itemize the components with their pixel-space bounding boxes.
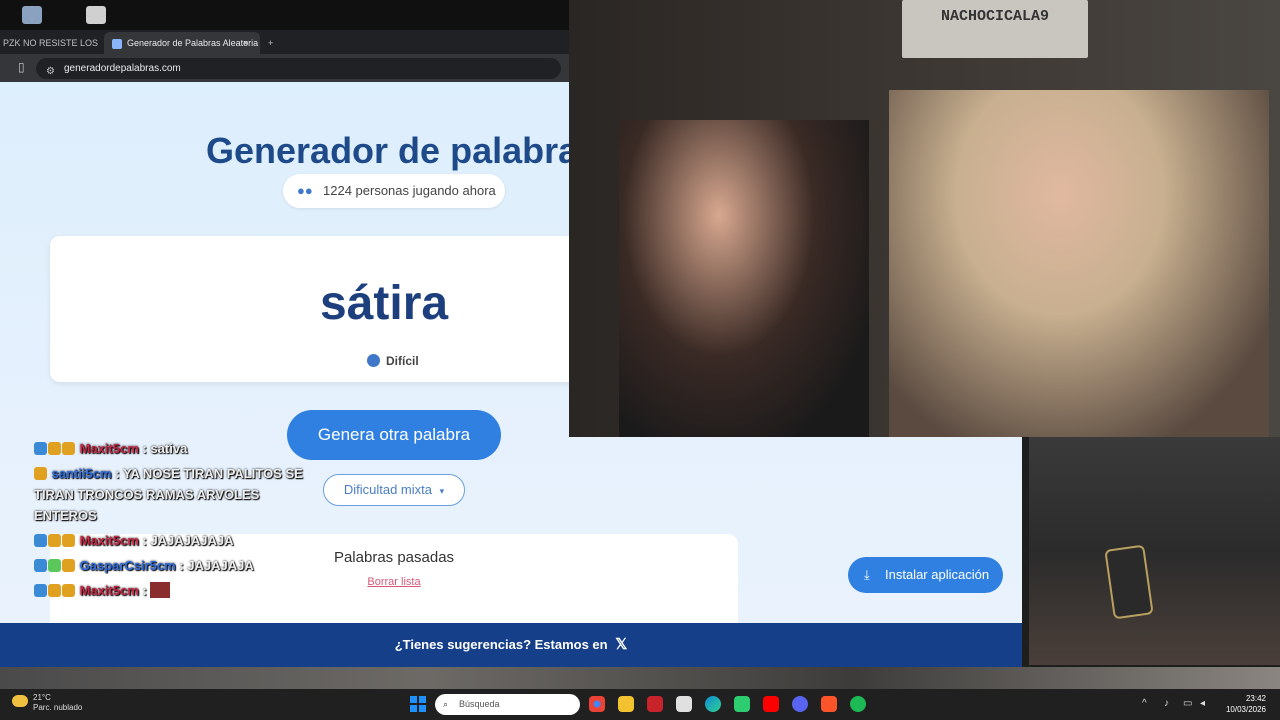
difficulty-select[interactable]: Dificultad mixta ▾	[323, 474, 465, 506]
download-icon: ⤓	[864, 567, 870, 582]
generated-word: sátira	[320, 277, 449, 330]
emote-icon	[150, 582, 171, 598]
page-title: Generador de palabras	[206, 130, 599, 171]
badge-icon	[48, 559, 61, 572]
tab-strip: PZK NO RESISTE LOS Cl Generador de Palab…	[0, 30, 570, 54]
network-icon[interactable]: ▭	[1183, 698, 1192, 709]
chat-username[interactable]: santii5cm	[52, 466, 112, 481]
youtube-icon[interactable]	[763, 696, 779, 712]
phone-icon	[1104, 544, 1154, 620]
chat-username[interactable]: Maxit5cm	[80, 583, 139, 598]
brave-icon[interactable]	[821, 696, 837, 712]
windows-start-icon[interactable]	[410, 696, 426, 712]
footer-text: ¿Tienes sugerencias? Estamos en	[394, 637, 608, 652]
new-tab-icon[interactable]: +	[268, 32, 280, 54]
tab-stream[interactable]: PZK NO RESISTE LOS Cl	[0, 32, 98, 54]
search-icon: ⌕	[443, 699, 449, 709]
chat-message: Maxit5cm :	[34, 580, 324, 601]
desktop-strip	[0, 0, 570, 30]
taskbar-search[interactable]: ⌕ Búsqueda	[435, 694, 580, 715]
mail-icon[interactable]	[676, 696, 692, 712]
tab-generador[interactable]: Generador de Palabras Aleatoria	[104, 32, 260, 54]
site-favicon-icon	[112, 38, 122, 49]
close-tab-icon[interactable]: ×	[243, 32, 255, 54]
install-label: Instalar aplicación	[885, 567, 990, 582]
chat-username[interactable]: GasparCsir5cm	[80, 558, 176, 573]
wall-sign: NACHOCICALA9	[902, 0, 1088, 58]
weather-widget[interactable]: 21°C Parc. nublado	[12, 693, 82, 713]
webcam-main: NACHOCICALA9	[569, 0, 1280, 437]
clock-time: 23:42	[1245, 694, 1266, 703]
tab-label: Generador de Palabras Aleatoria	[127, 38, 259, 48]
webcam-secondary	[1029, 437, 1280, 665]
difficulty-label: Difícil	[367, 354, 419, 368]
chevron-down-icon: ▾	[439, 486, 445, 496]
chat-message: santii5cm : YA NOSE TIRAN PALITOS SE TIR…	[34, 463, 324, 526]
url-text: generadordepalabras.com	[64, 63, 181, 74]
badge-icon	[48, 534, 61, 547]
app-icon[interactable]	[647, 696, 663, 712]
search-placeholder: Búsqueda	[459, 699, 500, 709]
chat-message: GasparCsir5cm : JAJAJAJA	[34, 555, 324, 576]
difficulty-select-label: Dificultad mixta	[343, 482, 432, 497]
chat-username[interactable]: Maxit5cm	[80, 533, 139, 548]
spotify-icon[interactable]	[850, 696, 866, 712]
bookmark-icon[interactable]: ▯	[18, 60, 25, 74]
chat-overlay: Maxit5cm : sativa santii5cm : YA NOSE TI…	[34, 438, 324, 605]
brain-icon	[367, 354, 380, 367]
chrome-icon[interactable]	[589, 696, 605, 712]
tab-label: PZK NO RESISTE LOS Cl	[3, 38, 98, 48]
address-bar[interactable]: ⚙ generadordepalabras.com	[36, 58, 561, 79]
chat-text: : JAJAJAJA	[179, 558, 254, 573]
microphone-icon[interactable]: ♪	[1164, 698, 1169, 709]
users-icon: ●●	[297, 183, 313, 198]
chat-text: : JAJAJAJAJA	[142, 533, 234, 548]
badge-icon	[62, 442, 75, 455]
badge-icon	[34, 467, 47, 480]
whatsapp-icon[interactable]	[734, 696, 750, 712]
chat-message: Maxit5cm : JAJAJAJAJA	[34, 530, 324, 551]
background-strip	[0, 667, 1280, 689]
players-text: 1224 personas jugando ahora	[323, 183, 496, 198]
players-online-badge: ●● 1224 personas jugando ahora	[283, 174, 505, 208]
badge-icon	[62, 584, 75, 597]
discord-icon[interactable]	[792, 696, 808, 712]
chat-text: :	[142, 583, 147, 598]
roblox-icon[interactable]	[86, 6, 106, 24]
badge-icon	[34, 442, 47, 455]
badge-icon	[34, 584, 47, 597]
person-silhouette	[619, 120, 869, 437]
clock[interactable]: 23:42 10/03/2026	[1226, 693, 1266, 715]
badge-icon	[48, 442, 61, 455]
difficulty-text: Difícil	[386, 354, 419, 368]
x-logo-icon[interactable]: 𝕏	[615, 636, 627, 653]
taskbar: 21°C Parc. nublado ⌕ Búsqueda ^ ♪ ▭ ◂ 23…	[0, 689, 1280, 720]
clock-date: 10/03/2026	[1225, 705, 1266, 714]
cloud-sun-icon	[12, 695, 28, 707]
badge-icon	[62, 534, 75, 547]
desktop-icon[interactable]	[22, 6, 42, 24]
chat-username[interactable]: Maxit5cm	[80, 441, 139, 456]
badge-icon	[34, 534, 47, 547]
footer-banner[interactable]: ¿Tienes sugerencias? Estamos en 𝕏	[0, 623, 1022, 667]
browser-toolbar: ▯ ⚙ generadordepalabras.com	[0, 54, 570, 82]
badge-icon	[48, 584, 61, 597]
install-app-button[interactable]: ⤓ Instalar aplicación	[848, 557, 1003, 593]
edge-icon[interactable]	[705, 696, 721, 712]
person-silhouette	[889, 90, 1269, 437]
file-explorer-icon[interactable]	[618, 696, 634, 712]
chat-message: Maxit5cm : sativa	[34, 438, 324, 459]
chat-text: : sativa	[142, 441, 188, 456]
badge-icon	[62, 559, 75, 572]
site-settings-icon[interactable]: ⚙	[46, 61, 55, 82]
volume-icon[interactable]: ◂	[1200, 698, 1205, 709]
chevron-up-icon[interactable]: ^	[1142, 698, 1147, 709]
badge-icon	[34, 559, 47, 572]
